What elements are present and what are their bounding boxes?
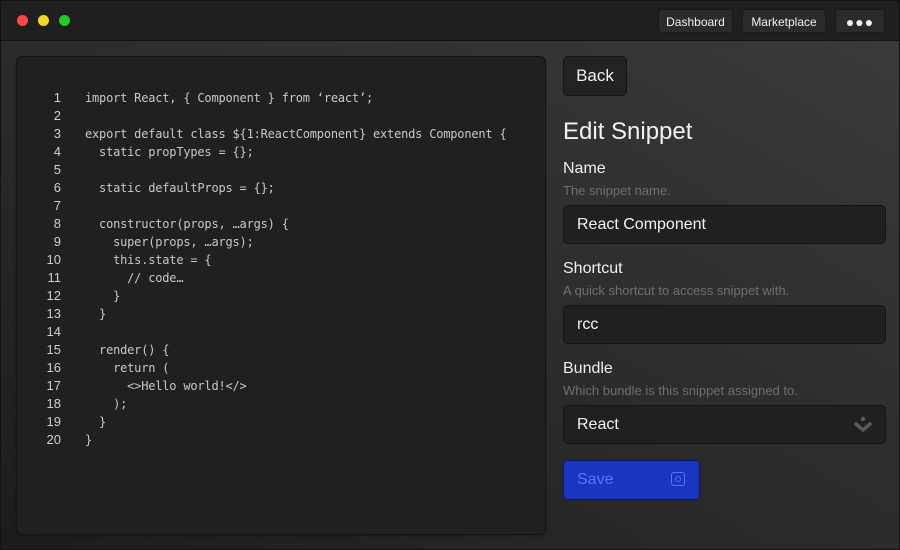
- line-number: 3: [53, 126, 61, 141]
- line-number: 15: [46, 342, 61, 357]
- code-editor[interactable]: 1 import React, { Component } from ‘react…: [16, 56, 546, 535]
- marketplace-button[interactable]: Marketplace: [742, 9, 826, 33]
- maximize-window-button[interactable]: [59, 15, 70, 26]
- save-label: Save: [577, 471, 614, 488]
- line-number: 12: [46, 288, 61, 303]
- code-line: 20}: [17, 431, 545, 449]
- save-button[interactable]: Save: [563, 460, 700, 500]
- line-text: }: [85, 433, 93, 447]
- line-text: static propTypes = {};: [85, 145, 254, 159]
- line-text: }: [85, 289, 121, 303]
- code-line: 14: [17, 323, 545, 341]
- code-line: 11 // code…: [17, 269, 545, 287]
- more-dots-icon: ●●●: [845, 14, 875, 30]
- code-line: 1 import React, { Component } from ‘react…: [17, 89, 545, 107]
- dashboard-button[interactable]: Dashboard: [658, 9, 733, 33]
- code-line: 5: [17, 161, 545, 179]
- code-line: 2: [17, 107, 545, 125]
- bundle-select[interactable]: React: [563, 405, 886, 444]
- line-number: 16: [46, 360, 61, 375]
- line-text: export default class ${1:ReactComponent}…: [85, 127, 507, 141]
- line-text: }: [85, 415, 107, 429]
- code-line: 16 return (: [17, 359, 545, 377]
- line-text: constructor(props, …args) {: [85, 217, 289, 231]
- line-number: 14: [46, 324, 61, 339]
- line-text: render() {: [85, 343, 170, 357]
- page-title: Edit Snippet: [563, 118, 693, 145]
- name-input[interactable]: React Component: [563, 205, 886, 244]
- line-text: this.state = {: [85, 253, 212, 267]
- line-number: 8: [53, 216, 61, 231]
- line-number: 9: [53, 234, 61, 249]
- line-text: return (: [85, 361, 170, 375]
- line-text: import React, { Component } from ‘react’…: [85, 91, 374, 105]
- code-line: 17 <>Hello world!</>: [17, 377, 545, 395]
- bundle-hint: Which bundle is this snippet assigned to…: [563, 383, 798, 398]
- name-label: Name: [563, 160, 606, 177]
- line-text: // code…: [85, 271, 184, 285]
- line-number: 7: [53, 198, 61, 213]
- name-hint: The snippet name.: [563, 183, 671, 198]
- line-number: 4: [53, 144, 61, 159]
- line-number: 20: [46, 432, 61, 447]
- line-text: }: [85, 307, 107, 321]
- line-number: 11: [47, 270, 62, 285]
- code-lines: 1 import React, { Component } from ‘react…: [17, 89, 545, 449]
- line-number: 13: [46, 306, 61, 321]
- code-line: 15 render() {: [17, 341, 545, 359]
- code-line: 13 }: [17, 305, 545, 323]
- line-number: 2: [53, 108, 61, 123]
- code-line: 9 super(props, …args);: [17, 233, 545, 251]
- shortcut-label: Shortcut: [563, 260, 623, 277]
- code-line: 19 }: [17, 413, 545, 431]
- title-bar: Dashboard Marketplace ●●●: [1, 1, 899, 41]
- line-text: static defaultProps = {};: [85, 181, 275, 195]
- line-number: 10: [46, 252, 61, 267]
- bundle-label: Bundle: [563, 360, 613, 377]
- bundle-select-value: React: [577, 416, 619, 433]
- minimize-window-button[interactable]: [38, 15, 49, 26]
- more-options-button[interactable]: ●●●: [835, 9, 885, 33]
- line-number: 5: [53, 162, 61, 177]
- line-number: 19: [46, 414, 61, 429]
- line-number: 17: [46, 378, 61, 393]
- save-shortcut-icon: [671, 472, 685, 486]
- code-line: 18 );: [17, 395, 545, 413]
- line-text: );: [85, 397, 128, 411]
- line-number: 18: [46, 396, 61, 411]
- code-line: 7: [17, 197, 545, 215]
- line-number: 6: [53, 180, 61, 195]
- close-window-button[interactable]: [17, 15, 28, 26]
- back-button[interactable]: Back: [563, 56, 627, 96]
- app-window: Dashboard Marketplace ●●● 1 import React,…: [0, 0, 900, 550]
- line-text: <>Hello world!</>: [85, 379, 247, 393]
- shortcut-hint: A quick shortcut to access snippet with.: [563, 283, 790, 298]
- line-number: 1: [53, 90, 61, 105]
- code-line: 3 export default class ${1:ReactComponent…: [17, 125, 545, 143]
- code-line: 10 this.state = {: [17, 251, 545, 269]
- code-line: 4 static propTypes = {};: [17, 143, 545, 161]
- shortcut-input[interactable]: rcc: [563, 305, 886, 344]
- code-line: 6 static defaultProps = {};: [17, 179, 545, 197]
- code-line: 12 }: [17, 287, 545, 305]
- line-text: super(props, …args);: [85, 235, 254, 249]
- code-line: 8 constructor(props, …args) {: [17, 215, 545, 233]
- main-content: 1 import React, { Component } from ‘react…: [1, 41, 899, 549]
- chevron-down-icon: [854, 416, 872, 432]
